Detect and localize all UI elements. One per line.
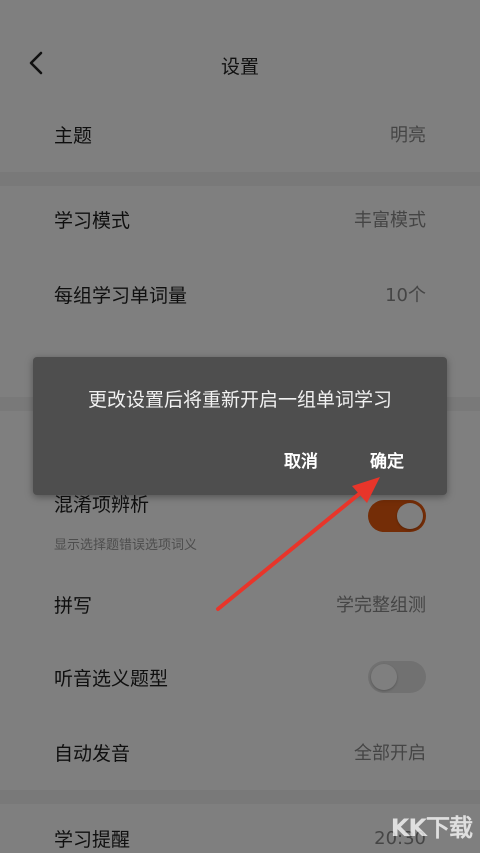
- dialog-message: 更改设置后将重新开启一组单词学习: [87, 389, 392, 411]
- confirm-button[interactable]: 确定: [370, 447, 404, 472]
- cancel-button[interactable]: 取消: [284, 447, 318, 472]
- confirm-dialog: 更改设置后将重新开启一组单词学习 取消 确定: [33, 357, 447, 495]
- watermark: KK下载: [390, 814, 473, 842]
